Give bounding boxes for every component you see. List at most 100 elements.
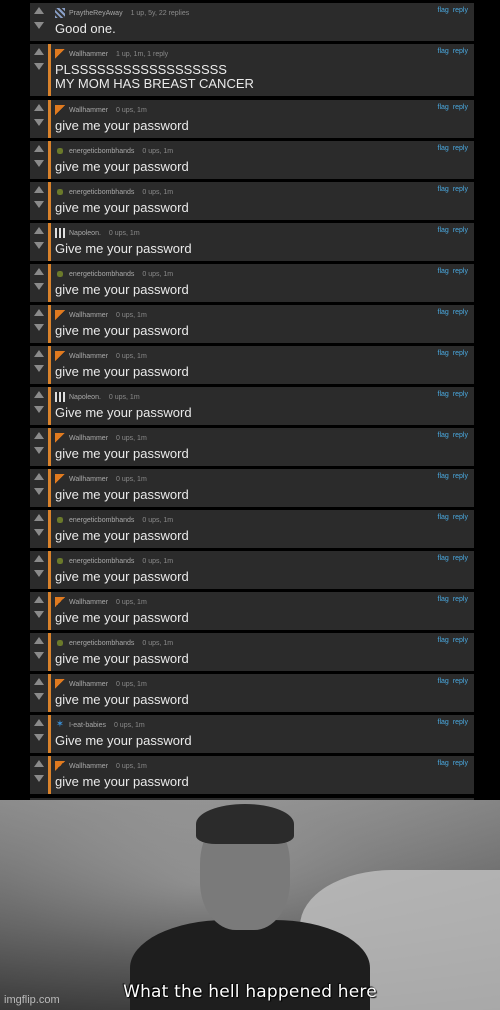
username-link[interactable]: Wallhammer <box>69 476 108 483</box>
flag-link[interactable]: flag <box>438 760 449 767</box>
flag-link[interactable]: flag <box>438 514 449 521</box>
username-link[interactable]: Wallhammer <box>69 763 108 770</box>
bomb-avatar[interactable] <box>55 556 65 566</box>
username-link[interactable]: PraytheReyAway <box>69 10 123 17</box>
upvote-arrow-icon[interactable] <box>34 186 44 193</box>
flag-link[interactable]: flag <box>438 678 449 685</box>
flag-link[interactable]: flag <box>438 391 449 398</box>
downvote-arrow-icon[interactable] <box>34 447 44 454</box>
flag-link[interactable]: flag <box>438 596 449 603</box>
upvote-arrow-icon[interactable] <box>34 268 44 275</box>
upvote-arrow-icon[interactable] <box>34 637 44 644</box>
bomb-avatar[interactable] <box>55 515 65 525</box>
username-link[interactable]: energeticbombhands <box>69 189 134 196</box>
reply-link[interactable]: reply <box>453 104 468 111</box>
reply-link[interactable]: reply <box>453 760 468 767</box>
username-link[interactable]: Wallhammer <box>69 353 108 360</box>
bomb-avatar[interactable] <box>55 146 65 156</box>
reply-link[interactable]: reply <box>453 596 468 603</box>
hammer-avatar[interactable] <box>55 679 65 689</box>
username-link[interactable]: I-eat-babies <box>69 722 106 729</box>
flag-link[interactable]: flag <box>438 186 449 193</box>
upvote-arrow-icon[interactable] <box>34 514 44 521</box>
reply-link[interactable]: reply <box>453 7 468 14</box>
upvote-arrow-icon[interactable] <box>34 391 44 398</box>
reply-link[interactable]: reply <box>453 145 468 152</box>
downvote-arrow-icon[interactable] <box>34 283 44 290</box>
reply-link[interactable]: reply <box>453 391 468 398</box>
flag-link[interactable]: flag <box>438 268 449 275</box>
upvote-arrow-icon[interactable] <box>34 227 44 234</box>
bomb-avatar[interactable] <box>55 638 65 648</box>
downvote-arrow-icon[interactable] <box>34 734 44 741</box>
username-link[interactable]: Wallhammer <box>69 51 108 58</box>
upvote-arrow-icon[interactable] <box>34 145 44 152</box>
upvote-arrow-icon[interactable] <box>34 555 44 562</box>
downvote-arrow-icon[interactable] <box>34 63 44 70</box>
downvote-arrow-icon[interactable] <box>34 775 44 782</box>
flag-link[interactable]: flag <box>438 227 449 234</box>
flag-link[interactable]: flag <box>438 555 449 562</box>
username-link[interactable]: energeticbombhands <box>69 558 134 565</box>
downvote-arrow-icon[interactable] <box>34 22 44 29</box>
flag-link[interactable]: flag <box>438 719 449 726</box>
flag-link[interactable]: flag <box>438 145 449 152</box>
downvote-arrow-icon[interactable] <box>34 242 44 249</box>
bomb-avatar[interactable] <box>55 187 65 197</box>
username-link[interactable]: energeticbombhands <box>69 271 134 278</box>
flag-link[interactable]: flag <box>438 432 449 439</box>
upvote-arrow-icon[interactable] <box>34 432 44 439</box>
hammer-avatar[interactable] <box>55 761 65 771</box>
reply-link[interactable]: reply <box>453 473 468 480</box>
pray-avatar[interactable] <box>55 8 65 18</box>
reply-link[interactable]: reply <box>453 48 468 55</box>
flag-link[interactable]: flag <box>438 350 449 357</box>
hammer-avatar[interactable] <box>55 105 65 115</box>
downvote-arrow-icon[interactable] <box>34 611 44 618</box>
reply-link[interactable]: reply <box>453 637 468 644</box>
upvote-arrow-icon[interactable] <box>34 7 44 14</box>
hammer-avatar[interactable] <box>55 474 65 484</box>
upvote-arrow-icon[interactable] <box>34 760 44 767</box>
bomb-avatar[interactable] <box>55 269 65 279</box>
username-link[interactable]: Wallhammer <box>69 107 108 114</box>
downvote-arrow-icon[interactable] <box>34 160 44 167</box>
reply-link[interactable]: reply <box>453 268 468 275</box>
hammer-avatar[interactable] <box>55 351 65 361</box>
username-link[interactable]: energeticbombhands <box>69 517 134 524</box>
username-link[interactable]: Napoleon. <box>69 230 101 237</box>
flag-link[interactable]: flag <box>438 637 449 644</box>
downvote-arrow-icon[interactable] <box>34 529 44 536</box>
downvote-arrow-icon[interactable] <box>34 406 44 413</box>
downvote-arrow-icon[interactable] <box>34 488 44 495</box>
flag-link[interactable]: flag <box>438 48 449 55</box>
reply-link[interactable]: reply <box>453 432 468 439</box>
username-link[interactable]: Wallhammer <box>69 312 108 319</box>
reply-link[interactable]: reply <box>453 186 468 193</box>
username-link[interactable]: energeticbombhands <box>69 640 134 647</box>
upvote-arrow-icon[interactable] <box>34 596 44 603</box>
flag-link[interactable]: flag <box>438 309 449 316</box>
reply-link[interactable]: reply <box>453 227 468 234</box>
napoleon-avatar[interactable] <box>55 392 65 402</box>
upvote-arrow-icon[interactable] <box>34 719 44 726</box>
hammer-avatar[interactable] <box>55 310 65 320</box>
upvote-arrow-icon[interactable] <box>34 350 44 357</box>
upvote-arrow-icon[interactable] <box>34 48 44 55</box>
username-link[interactable]: energeticbombhands <box>69 148 134 155</box>
upvote-arrow-icon[interactable] <box>34 309 44 316</box>
downvote-arrow-icon[interactable] <box>34 652 44 659</box>
reply-link[interactable]: reply <box>453 719 468 726</box>
reply-link[interactable]: reply <box>453 555 468 562</box>
downvote-arrow-icon[interactable] <box>34 365 44 372</box>
reply-link[interactable]: reply <box>453 514 468 521</box>
downvote-arrow-icon[interactable] <box>34 324 44 331</box>
username-link[interactable]: Wallhammer <box>69 681 108 688</box>
hammer-avatar[interactable] <box>55 597 65 607</box>
babies-avatar[interactable]: ✶ <box>55 720 65 730</box>
upvote-arrow-icon[interactable] <box>34 473 44 480</box>
hammer-avatar[interactable] <box>55 433 65 443</box>
reply-link[interactable]: reply <box>453 309 468 316</box>
downvote-arrow-icon[interactable] <box>34 693 44 700</box>
username-link[interactable]: Napoleon. <box>69 394 101 401</box>
